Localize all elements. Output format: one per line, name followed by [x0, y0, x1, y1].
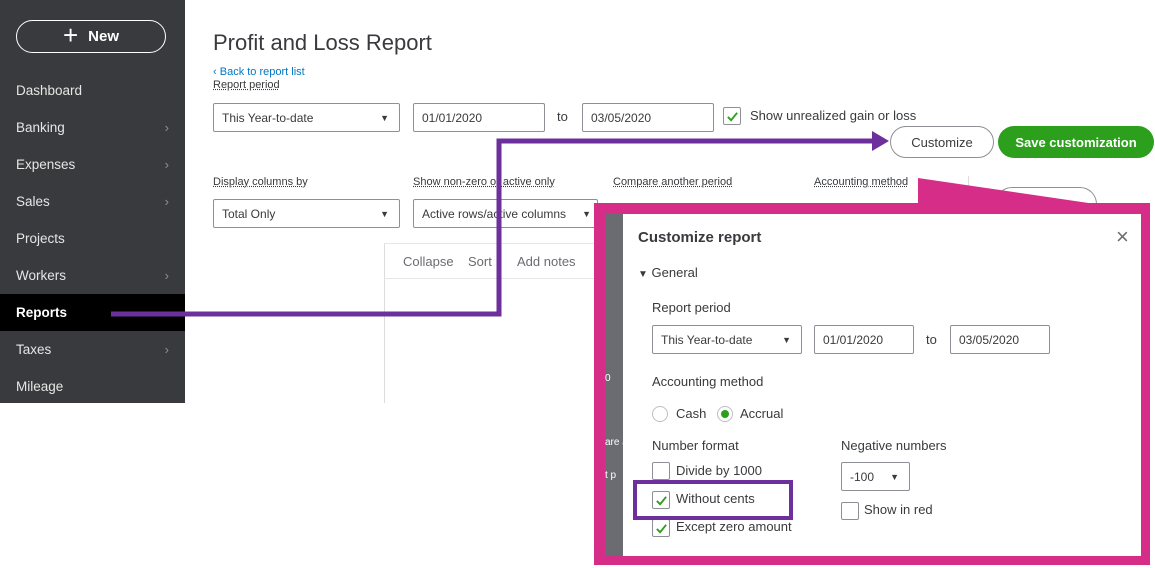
- panel-start-date-input[interactable]: 01/01/2020: [814, 325, 914, 354]
- sidebar-item-workers[interactable]: Workers ›: [0, 257, 185, 294]
- sidebar-item-label: Reports: [16, 305, 68, 320]
- end-date-input[interactable]: 03/05/2020: [582, 103, 714, 132]
- sidebar-item-mileage[interactable]: Mileage: [0, 368, 185, 405]
- peek-text: 0: [605, 373, 611, 384]
- checkmark-icon: [655, 523, 667, 534]
- chevron-right-icon: ›: [164, 157, 169, 172]
- divide-by-1000-label: Divide by 1000: [676, 463, 762, 478]
- to-label: to: [557, 109, 568, 124]
- radio-selected-dot: [721, 410, 729, 418]
- display-columns-value: Total Only: [222, 206, 276, 221]
- panel-report-period-label: Report period: [652, 300, 731, 315]
- report-period-select[interactable]: This Year-to-date ▼: [213, 103, 400, 132]
- dropdown-arrow-icon: ▼: [782, 334, 791, 345]
- sidebar-item-label: Dashboard: [16, 83, 83, 98]
- negative-format-select[interactable]: -100 ▼: [841, 462, 910, 491]
- back-to-report-list-link[interactable]: ‹ Back to report list: [213, 66, 305, 78]
- general-section-toggle[interactable]: ▼ General: [638, 265, 698, 280]
- dropdown-arrow-icon: ▼: [380, 112, 389, 123]
- show-in-red-label: Show in red: [864, 502, 933, 517]
- plus-icon: +: [62, 20, 79, 50]
- unrealized-gain-checkbox[interactable]: [723, 107, 741, 125]
- sidebar: + New Dashboard Banking › Expenses › Sal…: [0, 0, 185, 403]
- accounting-method-label: Accounting method: [814, 176, 909, 188]
- panel-accounting-method-label: Accounting method: [652, 374, 764, 389]
- sidebar-item-reports[interactable]: Reports: [0, 294, 185, 331]
- collapse-button[interactable]: Collapse: [403, 254, 454, 269]
- save-customization-button[interactable]: Save customization: [998, 126, 1154, 158]
- except-zero-label: Except zero amount: [676, 519, 792, 534]
- report-period-value: This Year-to-date: [222, 110, 314, 125]
- except-zero-checkbox[interactable]: [652, 519, 670, 537]
- close-icon[interactable]: ×: [1116, 224, 1129, 250]
- highlight-box: [633, 480, 793, 520]
- sidebar-item-label: Banking: [16, 120, 65, 135]
- report-period-label: Report period: [213, 79, 280, 91]
- accrual-label: Accrual: [740, 406, 784, 421]
- unrealized-gain-label: Show unrealized gain or loss: [750, 108, 917, 123]
- cash-label: Cash: [676, 406, 707, 421]
- sidebar-item-label: Workers: [16, 268, 67, 283]
- panel-report-period-value: This Year-to-date: [661, 332, 753, 347]
- start-date-input[interactable]: 01/01/2020: [413, 103, 545, 132]
- sidebar-item-taxes[interactable]: Taxes ›: [0, 331, 185, 368]
- caret-down-icon: ▼: [638, 269, 648, 280]
- show-in-red-checkbox[interactable]: [841, 502, 859, 520]
- chevron-left-icon: ‹: [213, 66, 220, 78]
- new-button-label: New: [88, 28, 120, 45]
- panel-to-label: to: [926, 332, 937, 347]
- chevron-right-icon: ›: [164, 342, 169, 357]
- sidebar-item-label: Mileage: [16, 379, 64, 394]
- chevron-right-icon: ›: [164, 268, 169, 283]
- sidebar-item-dashboard[interactable]: Dashboard: [0, 72, 185, 109]
- non-zero-select[interactable]: Active rows/active columns ▼: [413, 199, 598, 228]
- dropdown-arrow-icon: ▼: [890, 471, 899, 482]
- negative-format-value: -100: [850, 469, 875, 484]
- cash-radio[interactable]: [652, 406, 668, 422]
- sidebar-item-expenses[interactable]: Expenses ›: [0, 146, 185, 183]
- display-columns-label: Display columns by: [213, 176, 308, 188]
- sidebar-item-banking[interactable]: Banking ›: [0, 109, 185, 146]
- number-format-label: Number format: [652, 438, 739, 453]
- panel-backdrop: [605, 214, 623, 556]
- sort-button[interactable]: Sort: [468, 254, 492, 269]
- peek-text: t p: [605, 470, 617, 481]
- panel-report-period-select[interactable]: This Year-to-date ▼: [652, 325, 802, 354]
- non-zero-value: Active rows/active columns: [422, 206, 567, 221]
- section-label: General: [651, 265, 698, 280]
- page-title: Profit and Loss Report: [213, 30, 432, 55]
- negative-numbers-label: Negative numbers: [841, 438, 947, 453]
- dropdown-arrow-icon: ▼: [380, 208, 389, 219]
- back-link-label: Back to report list: [219, 66, 305, 78]
- sidebar-item-label: Sales: [16, 194, 50, 209]
- display-columns-select[interactable]: Total Only ▼: [213, 199, 400, 228]
- panel-end-date-input[interactable]: 03/05/2020: [950, 325, 1050, 354]
- sidebar-item-label: Taxes: [16, 342, 52, 357]
- toolbar-divider: [384, 278, 614, 279]
- new-button[interactable]: + New: [16, 20, 166, 53]
- sidebar-item-label: Expenses: [16, 157, 76, 172]
- divider: [968, 176, 969, 206]
- chevron-right-icon: ›: [164, 120, 169, 135]
- add-notes-button[interactable]: Add notes: [517, 254, 576, 269]
- panel-title: Customize report: [638, 229, 762, 246]
- sidebar-item-label: Projects: [16, 231, 65, 246]
- sidebar-item-projects[interactable]: Projects: [0, 220, 185, 257]
- dropdown-arrow-icon: ▼: [582, 208, 591, 219]
- sidebar-item-sales[interactable]: Sales ›: [0, 183, 185, 220]
- non-zero-label: Show non-zero or active only: [413, 176, 555, 188]
- compare-period-label: Compare another period: [613, 176, 733, 188]
- customize-button[interactable]: Customize: [890, 126, 994, 158]
- checkmark-icon: [726, 111, 738, 122]
- accrual-radio[interactable]: [717, 406, 733, 422]
- chevron-right-icon: ›: [164, 194, 169, 209]
- divide-by-1000-checkbox[interactable]: [652, 462, 670, 480]
